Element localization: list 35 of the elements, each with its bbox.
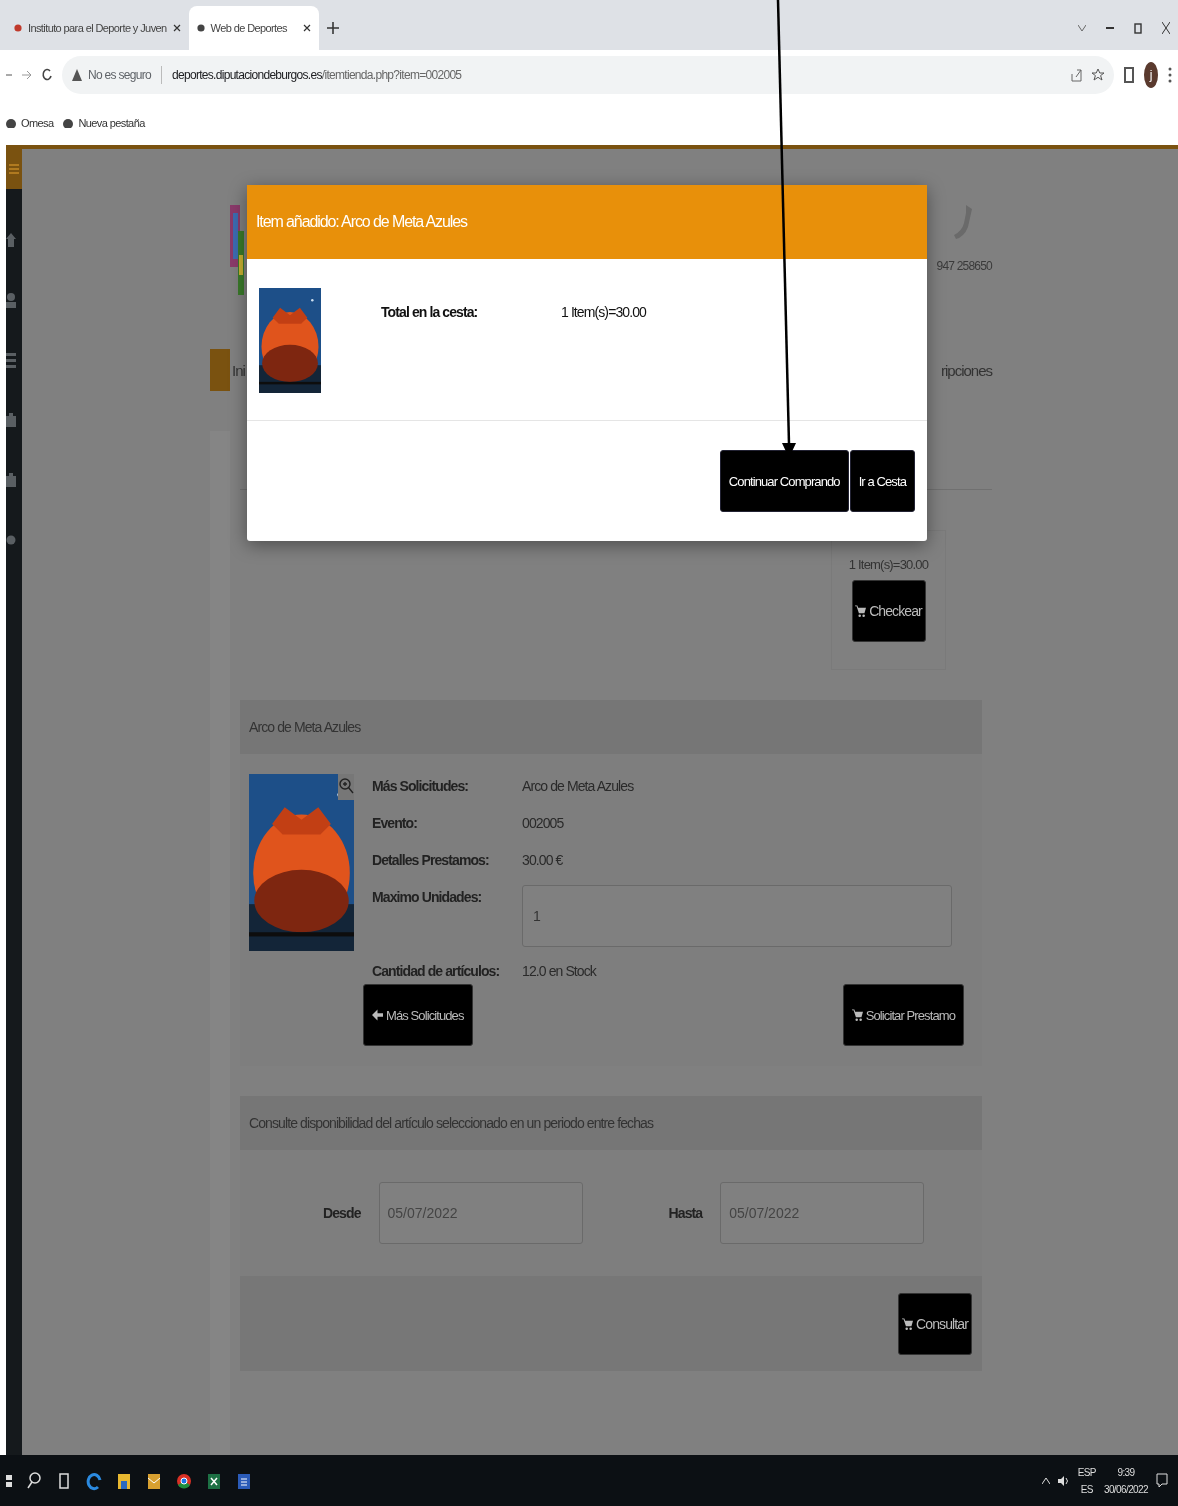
dialog-title: Item añadido: Arco de Meta Azules bbox=[256, 213, 467, 231]
panel-title: Arco de Meta Azules bbox=[249, 719, 361, 735]
profile-avatar[interactable]: j bbox=[1144, 62, 1158, 88]
language-code[interactable]: ES bbox=[1080, 1483, 1093, 1495]
field-label: Hasta bbox=[668, 1205, 703, 1221]
field-value: 30.00 € bbox=[522, 851, 563, 868]
dialog-button[interactable]: Continuar Comprando bbox=[719, 450, 849, 512]
field-value: 1 Item(s)=30.00 bbox=[561, 304, 646, 322]
language-code[interactable]: ESP bbox=[1077, 1466, 1096, 1478]
loan-button[interactable]: Solicitar Prestamo bbox=[842, 984, 964, 1046]
phone-number: 947 258650 bbox=[936, 259, 992, 273]
field-label: Maximo Unidades: bbox=[372, 888, 483, 905]
check-button[interactable]: Consultar bbox=[898, 1292, 972, 1355]
bookmark[interactable]: Omesa bbox=[6, 116, 54, 129]
field-label: Desde bbox=[323, 1205, 361, 1221]
cart-total: 1 Item(s)=30.00 bbox=[848, 557, 929, 572]
field-label: Cantidad de artículos: bbox=[372, 962, 501, 979]
address-bar[interactable]: No es seguro deportes.diputaciondeburgos.es/itemtienda.php?item=002005 bbox=[62, 56, 1114, 94]
panel-title: Consulte disponibilidad del artículo seleccionado en un periodo entre fechas bbox=[249, 1115, 654, 1131]
field-value: 12.0 en Stock bbox=[522, 962, 596, 979]
field-label: Detalles Prestamos: bbox=[372, 851, 490, 868]
url-text: deportes.diputaciondeburgos.es/itemtienda.php?item=002005 bbox=[172, 68, 462, 82]
browser-tab[interactable]: Instituto para el Deporte y Juven bbox=[6, 6, 189, 50]
field-value: 002005 bbox=[522, 814, 564, 831]
clock-date[interactable]: 30/06/2022 bbox=[1103, 1483, 1148, 1495]
field-label: Más Solicitudes: bbox=[372, 777, 470, 794]
checkout-button[interactable]: Checkear bbox=[851, 580, 926, 642]
back-button[interactable]: Más Solicitudes bbox=[363, 984, 473, 1046]
browser-tab[interactable]: Web de Deportes bbox=[188, 6, 319, 50]
field-label: Total en la cesta: bbox=[381, 304, 479, 322]
clock-time[interactable]: 9:39 bbox=[1117, 1466, 1135, 1478]
bookmark[interactable]: Nueva pestaña bbox=[63, 116, 145, 129]
field-value: Arco de Meta Azules bbox=[522, 777, 634, 794]
dialog-button[interactable]: Ir a Cesta bbox=[849, 450, 915, 512]
field-label: Evento: bbox=[372, 814, 419, 831]
